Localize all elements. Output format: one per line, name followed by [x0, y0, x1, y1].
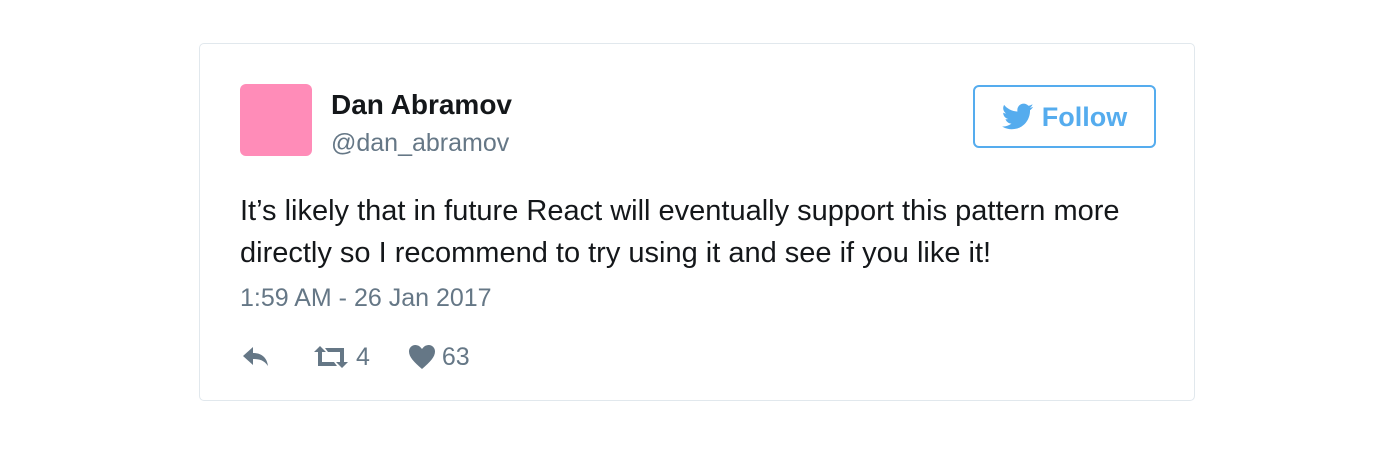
- author-name[interactable]: Dan Abramov: [331, 88, 512, 122]
- retweet-count: 4: [356, 343, 370, 371]
- twitter-bird-icon: [1001, 103, 1034, 129]
- like-count: 63: [441, 343, 470, 371]
- tweet-timestamp[interactable]: 1:59 AM - 26 Jan 2017: [240, 283, 492, 313]
- retweet-icon: [314, 346, 348, 368]
- reply-icon: [243, 347, 268, 366]
- author-handle[interactable]: @dan_abramov: [331, 128, 509, 158]
- retweet-button[interactable]: 4: [312, 342, 370, 372]
- tweet-text: It’s likely that in future React will ev…: [240, 195, 1120, 269]
- avatar[interactable]: [240, 84, 312, 156]
- like-button[interactable]: 63: [408, 342, 470, 372]
- tweet-card: Dan Abramov @dan_abramov Follow It’s lik…: [199, 43, 1195, 401]
- tweet-actions: 4 63: [240, 339, 470, 375]
- follow-label: Follow: [1041, 101, 1128, 132]
- follow-button[interactable]: Follow: [973, 85, 1156, 148]
- reply-button[interactable]: [240, 344, 272, 370]
- heart-icon: [408, 345, 435, 369]
